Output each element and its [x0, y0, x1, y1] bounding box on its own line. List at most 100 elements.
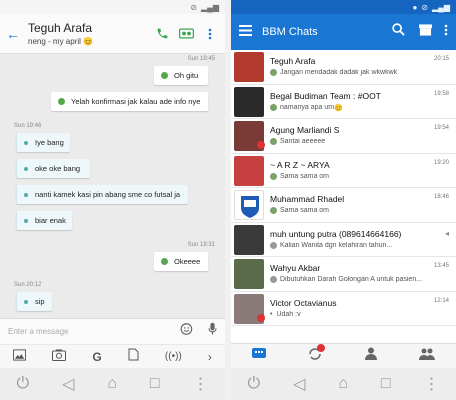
status-bar: ⊘ ▂▄▆ — [0, 0, 225, 14]
bullet-icon — [24, 140, 28, 145]
chat-preview: Dibutuhkan Darah Golongan A untuk pasien… — [280, 276, 423, 283]
back-arrow-icon[interactable]: ← — [6, 26, 24, 42]
broadcast-icon[interactable]: ((•)) — [165, 351, 182, 362]
signal-off-icon: ⊘ — [190, 2, 198, 12]
contact-name: Teguh Arafa — [28, 21, 93, 35]
chat-row[interactable]: Victor Octavianus 12:14 • Udah :v — [231, 292, 456, 326]
chat-name: Muhammad Rhadel — [270, 194, 345, 204]
outgoing-message[interactable]: Oh gitu — [154, 66, 208, 85]
chat-row[interactable]: Wahyu Akbar 13:45 Dibutuhkan Darah Golon… — [231, 257, 456, 292]
microphone-icon[interactable] — [208, 322, 217, 341]
status-bar: ● ⊘ ▂▄▆ — [231, 0, 456, 14]
chat-row[interactable]: Begal Budiman Team : #OOT 19:58 namanya … — [231, 85, 456, 119]
avatar — [234, 224, 264, 255]
chat-name: Begal Budiman Team : #OOT — [270, 90, 381, 101]
note-icon[interactable] — [128, 348, 139, 366]
read-status-icon — [58, 98, 65, 105]
tab-groups-icon[interactable] — [418, 347, 435, 365]
read-status-icon — [161, 258, 168, 265]
chat-list[interactable]: Teguh Arafa 20:15 Jangan mendadak dadak … — [231, 50, 456, 326]
read-status-icon — [161, 72, 168, 79]
chat-preview: Udah :v — [276, 310, 301, 318]
chat-row[interactable]: Teguh Arafa 20:15 Jangan mendadak dadak … — [231, 50, 456, 85]
hamburger-menu-icon[interactable] — [239, 23, 252, 41]
power-icon[interactable]: ⏻ — [247, 375, 260, 393]
app-header: BBM Chats — [231, 14, 456, 50]
avatar — [234, 86, 264, 117]
back-nav-icon[interactable]: ◁ — [62, 374, 74, 394]
bullet-icon — [24, 192, 28, 197]
chat-name: Teguh Arafa — [270, 56, 316, 66]
delivered-icon — [270, 207, 277, 214]
avatar — [234, 52, 264, 82]
avatar — [234, 155, 264, 186]
overflow-menu-icon[interactable] — [201, 25, 219, 43]
search-icon[interactable] — [392, 23, 405, 41]
chat-time: 20:15 — [433, 56, 449, 62]
chat-name: Wahyu Akbar — [270, 263, 321, 273]
overflow-menu-icon[interactable] — [444, 23, 448, 41]
chat-name: muh untung putra (089614664166) — [270, 228, 402, 239]
chat-time: 19:54 — [433, 125, 449, 131]
app-title: BBM Chats — [262, 26, 318, 38]
chat-time: 19:58 — [433, 90, 449, 97]
recents-nav-icon[interactable]: □ — [150, 375, 160, 393]
avatar — [234, 190, 264, 220]
chat-name: Agung Marliandi S — [270, 125, 340, 135]
chat-preview: Sama sama om — [280, 172, 330, 180]
delivered-icon — [270, 104, 277, 111]
outgoing-message[interactable]: Okeeee — [154, 252, 208, 271]
video-chat-icon[interactable] — [177, 25, 195, 43]
incoming-message[interactable]: oke oke bang — [16, 159, 90, 178]
contact-status: neng - my april — [28, 37, 81, 46]
picture-icon[interactable] — [13, 348, 27, 366]
chat-row[interactable]: Muhammad Rhadel 18:46 Sama sama om — [231, 188, 456, 223]
chat-preview: Kalian Wanita dgn kelahiran tahun... — [280, 241, 393, 249]
nav-menu-icon[interactable]: ⋮ — [193, 374, 209, 394]
message-timestamp: Sun 19:46 — [14, 123, 42, 129]
persib-logo-icon — [241, 196, 259, 218]
chat-row[interactable]: muh untung putra (089614664166) ◂ Kalian… — [231, 223, 456, 257]
tab-contacts-icon[interactable] — [364, 347, 377, 365]
broadcast-icon — [270, 276, 277, 283]
chat-row[interactable]: Agung Marliandi S 19:54 Santai aeeeee — [231, 119, 456, 154]
home-nav-icon[interactable]: ⌂ — [107, 375, 117, 393]
unread-badge-icon — [257, 313, 265, 322]
nav-menu-icon[interactable]: ⋮ — [424, 374, 440, 394]
chevron-right-icon[interactable]: › — [208, 350, 212, 364]
chat-screen: ⊘ ▂▄▆ ← Teguh Arafa neng - my april 😊 Su… — [0, 0, 225, 400]
add-emoji-icon[interactable] — [180, 322, 194, 341]
phone-icon[interactable] — [153, 25, 171, 43]
chat-time: ◂ — [444, 228, 449, 238]
outgoing-message[interactable]: Yelah konfirmasi jak kalau ade info nye — [51, 92, 208, 111]
store-icon[interactable] — [419, 23, 432, 41]
tab-chats-icon[interactable] — [252, 347, 267, 365]
chat-name: Victor Octavianus — [270, 297, 337, 308]
emoji-icon: 😊 — [83, 37, 94, 46]
chats-screen: ● ⊘ ▂▄▆ BBM Chats Teguh Arafa 20:15 Jang… — [231, 0, 456, 400]
google-icon[interactable]: G — [92, 350, 101, 364]
incoming-message[interactable]: Iye bang — [16, 133, 70, 152]
message-list[interactable]: Sun 19:45 Oh gitu Yelah konfirmasi jak k… — [0, 54, 225, 312]
unread-badge-icon — [257, 141, 265, 149]
message-input[interactable]: Enter a message — [8, 327, 180, 336]
chat-preview: Sama sama om — [280, 207, 330, 214]
notification-icon: ● — [412, 2, 418, 12]
system-nav-bar: ⏻ ◁ ⌂ □ ⋮ — [231, 368, 456, 400]
back-nav-icon[interactable]: ◁ — [293, 374, 305, 394]
power-icon[interactable]: ⏻ — [16, 375, 29, 393]
home-nav-icon[interactable]: ⌂ — [338, 375, 348, 393]
signal-off-icon: ⊘ — [421, 2, 429, 12]
incoming-message[interactable]: nanti kamek kasi pin abang sme co futsal… — [16, 185, 188, 204]
incoming-message[interactable]: sip — [16, 292, 52, 311]
chat-row[interactable]: ~ A R Z ~ ARYA 19:20 Sama sama om — [231, 154, 456, 188]
avatar — [234, 259, 264, 289]
signal-icon: ▂▄▆ — [201, 2, 219, 12]
camera-icon[interactable] — [52, 348, 67, 366]
tab-updates-icon[interactable] — [308, 343, 326, 366]
message-composer[interactable]: Enter a message — [0, 318, 225, 344]
recents-nav-icon[interactable]: □ — [381, 375, 391, 393]
system-nav-bar: ⏻ ◁ ⌂ □ ⋮ — [0, 368, 225, 400]
incoming-message[interactable]: biar enak — [16, 211, 72, 230]
message-timestamp: Sun 19:45 — [187, 56, 215, 62]
